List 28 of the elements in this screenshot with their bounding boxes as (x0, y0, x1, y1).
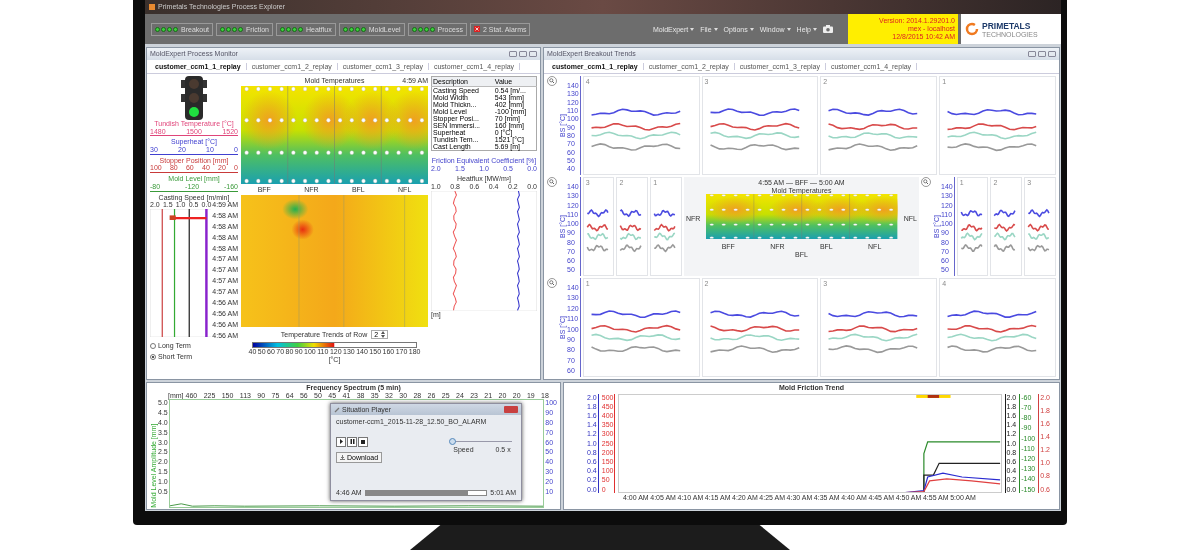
pause-button[interactable] (347, 436, 357, 447)
spinner-arrows-icon (381, 331, 386, 338)
ring-logo-icon (965, 22, 979, 36)
alarm-marker (916, 394, 951, 398)
slider-thumb[interactable] (449, 437, 456, 445)
camera-icon[interactable] (823, 25, 833, 33)
logo-name: PRIMETALS (982, 20, 1032, 31)
caret-icon (786, 27, 791, 31)
caret-icon (749, 27, 754, 31)
pause-icon (349, 439, 355, 445)
download-icon (340, 454, 345, 460)
traffic-light-icon (179, 76, 209, 120)
caret-icon (713, 27, 718, 31)
play-button[interactable] (336, 436, 346, 447)
zoom-icon[interactable] (547, 76, 557, 86)
pencil-icon (334, 406, 340, 413)
stop-icon (361, 439, 365, 444)
alarm-icon (473, 26, 480, 32)
caret-icon (813, 27, 817, 31)
caret-icon (690, 27, 695, 31)
radio-button[interactable] (150, 343, 156, 350)
app-icon (149, 4, 155, 10)
stop-button[interactable] (358, 436, 368, 447)
play-icon (338, 439, 344, 445)
zoom-icon[interactable] (547, 278, 557, 288)
radio-button[interactable] (150, 353, 156, 360)
zoom-icon[interactable] (547, 177, 557, 187)
zoom-icon[interactable] (921, 177, 931, 187)
